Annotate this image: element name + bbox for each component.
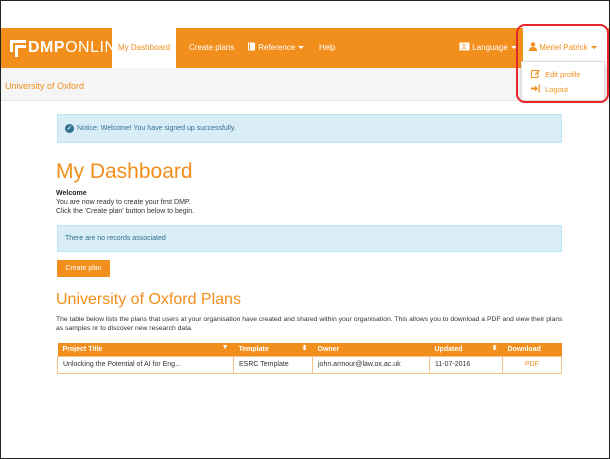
chevron-down-icon <box>298 46 305 50</box>
column-label: Download <box>507 345 541 353</box>
welcome-text-line: You are now ready to create your first D… <box>56 199 191 206</box>
nav-help[interactable]: Help <box>313 28 341 68</box>
notice-alert: ✓ Notice: Welcome! You have signed up su… <box>57 114 562 143</box>
download-pdf-link[interactable]: PDF <box>502 355 562 374</box>
sort-desc-icon: ▼ <box>221 344 229 351</box>
nav-label: Help <box>319 43 336 52</box>
column-header-template[interactable]: Template ⬍ <box>233 343 313 356</box>
nav-my-dashboard[interactable]: My Dashboard <box>112 28 177 68</box>
table-row: Unlocking the Potential of AI for Eng...… <box>57 355 562 374</box>
cell-owner: john.armour@law.ox.ac.uk <box>312 355 430 374</box>
book-icon <box>247 42 258 52</box>
cell-updated: 11-07-2016 <box>429 355 503 374</box>
column-label: Project Title <box>62 345 103 353</box>
language-icon: 文 <box>459 42 472 52</box>
dmp-logo[interactable]: DMPONLINE <box>10 35 128 61</box>
welcome-heading: Welcome <box>56 190 87 197</box>
cell-template: ESRC Template <box>233 355 313 374</box>
nav-label: My Dashboard <box>118 43 171 52</box>
nav-reference[interactable]: Reference <box>241 28 310 68</box>
nav-label: Create plans <box>189 43 235 52</box>
no-records-alert: There are no records associated <box>57 225 562 252</box>
org-plans-description: The table below lists the plans that use… <box>56 316 563 332</box>
notice-text: Notice: Welcome! You have signed up succ… <box>77 125 236 132</box>
dmp-logo-icon <box>10 39 26 57</box>
nav-create-plans[interactable]: Create plans <box>183 28 240 68</box>
no-records-text: There are no records associated <box>65 235 166 242</box>
check-circle-icon: ✓ <box>65 124 74 133</box>
column-label: Updated <box>434 345 463 353</box>
welcome-text-line: Click the 'Create plan' button below to … <box>56 208 195 215</box>
column-header-download: Download <box>502 343 562 356</box>
cell-project-title: Unlocking the Potential of AI for Eng... <box>57 355 234 374</box>
nav-language[interactable]: 文 Language <box>453 28 523 68</box>
org-plans-table: Project Title ▼ Template ⬍ Owner Updated… <box>57 343 562 374</box>
create-plan-button[interactable]: Create plan <box>57 260 110 277</box>
column-header-project-title[interactable]: Project Title ▼ <box>57 343 234 356</box>
column-header-updated[interactable]: Updated ⬍ <box>429 343 503 356</box>
organisation-name: University of Oxford <box>5 81 85 91</box>
column-header-owner[interactable]: Owner <box>312 343 430 356</box>
table-header-row: Project Title ▼ Template ⬍ Owner Updated… <box>57 343 562 356</box>
annotation-highlight <box>516 24 609 103</box>
nav-label: Language <box>472 43 508 52</box>
column-label: Template <box>238 345 269 353</box>
svg-text:文: 文 <box>461 43 467 51</box>
page-title: My Dashboard <box>56 160 193 183</box>
sort-icon: ⬍ <box>491 345 498 352</box>
column-label: Owner <box>317 345 340 353</box>
sort-icon: ⬍ <box>301 345 308 352</box>
nav-label: Reference <box>258 43 296 52</box>
org-plans-title: University of Oxford Plans <box>56 291 241 308</box>
